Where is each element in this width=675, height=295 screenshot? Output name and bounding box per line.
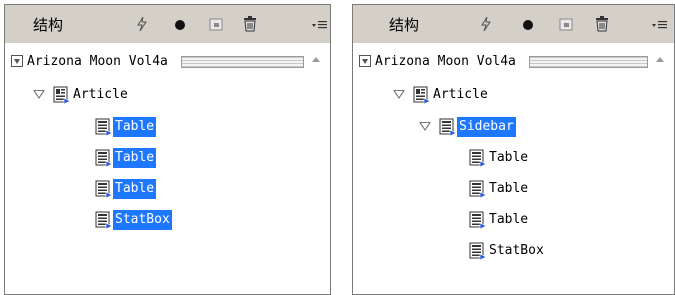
scroll-up-arrow-icon[interactable] bbox=[656, 57, 664, 62]
collapse-toggle-icon[interactable] bbox=[359, 55, 371, 67]
tree-label-item: Table bbox=[489, 150, 529, 165]
tree-row-item[interactable]: Table bbox=[95, 117, 245, 137]
panel-menu-icon[interactable] bbox=[311, 15, 329, 33]
tree-label-item: StatBox bbox=[489, 243, 544, 258]
tree-root-row[interactable]: Arizona Moon Vol4a bbox=[359, 53, 648, 71]
tree-row-item[interactable]: Table bbox=[469, 179, 619, 199]
expand-triangle-icon[interactable] bbox=[393, 90, 405, 99]
tree-label-item: Table bbox=[489, 212, 529, 227]
root-bar bbox=[529, 56, 648, 68]
circle-icon[interactable] bbox=[171, 15, 189, 33]
structure-tree: Arizona Moon Vol4a Article Sidebar Table… bbox=[355, 45, 672, 292]
tag-icon[interactable] bbox=[557, 15, 575, 33]
element-icon bbox=[439, 118, 457, 136]
panel-title: 结构 bbox=[33, 16, 64, 34]
lightning-icon[interactable] bbox=[477, 15, 495, 33]
tree-label-item: StatBox bbox=[113, 210, 172, 230]
expand-triangle-icon[interactable] bbox=[33, 90, 45, 99]
structure-panel-left: 结构 Arizona Moon Vol4a Article Table Tabl… bbox=[4, 4, 331, 295]
tree-label-item: Table bbox=[489, 181, 529, 196]
panel-title: 结构 bbox=[389, 16, 420, 34]
tree-row-article[interactable]: Article bbox=[393, 85, 593, 105]
tree-row-item[interactable]: Table bbox=[95, 179, 245, 199]
tree-label-article: Article bbox=[433, 87, 488, 102]
element-icon bbox=[469, 242, 487, 260]
structure-panel-right: 结构 Arizona Moon Vol4a Article Sidebar Ta… bbox=[352, 4, 675, 295]
article-element-icon bbox=[413, 86, 431, 104]
lightning-icon[interactable] bbox=[133, 15, 151, 33]
collapse-toggle-icon[interactable] bbox=[11, 55, 23, 67]
element-icon bbox=[469, 149, 487, 167]
element-icon bbox=[469, 180, 487, 198]
tree-row-item[interactable]: StatBox bbox=[95, 210, 245, 230]
tree-label-sidebar: Sidebar bbox=[457, 117, 516, 137]
circle-icon[interactable] bbox=[519, 15, 537, 33]
tree-root-row[interactable]: Arizona Moon Vol4a bbox=[11, 53, 304, 71]
structure-tree: Arizona Moon Vol4a Article Table Table T… bbox=[7, 45, 328, 292]
panel-menu-icon[interactable] bbox=[651, 15, 669, 33]
root-bar bbox=[181, 56, 304, 68]
article-element-icon bbox=[53, 86, 71, 104]
tree-row-item[interactable]: StatBox bbox=[469, 241, 619, 261]
tree-label-item: Table bbox=[113, 179, 157, 199]
element-icon bbox=[95, 180, 113, 198]
panel-toolbar: 结构 bbox=[353, 5, 674, 43]
tree-row-article[interactable]: Article bbox=[33, 85, 233, 105]
element-icon bbox=[469, 211, 487, 229]
root-label: Arizona Moon Vol4a bbox=[27, 53, 172, 71]
tree-row-sidebar[interactable]: Sidebar bbox=[419, 117, 619, 137]
tree-label-item: Table bbox=[113, 148, 157, 168]
tree-label-article: Article bbox=[73, 87, 128, 102]
tree-row-item[interactable]: Table bbox=[469, 210, 619, 230]
trash-icon[interactable] bbox=[593, 15, 611, 33]
element-icon bbox=[95, 149, 113, 167]
element-icon bbox=[95, 211, 113, 229]
element-icon bbox=[95, 118, 113, 136]
tree-row-item[interactable]: Table bbox=[469, 148, 619, 168]
tree-label-item: Table bbox=[113, 117, 157, 137]
tag-icon[interactable] bbox=[207, 15, 225, 33]
expand-triangle-icon[interactable] bbox=[419, 122, 431, 131]
tree-row-item[interactable]: Table bbox=[95, 148, 245, 168]
panel-toolbar: 结构 bbox=[5, 5, 330, 43]
root-label: Arizona Moon Vol4a bbox=[375, 53, 520, 71]
scroll-up-arrow-icon[interactable] bbox=[312, 57, 320, 62]
trash-icon[interactable] bbox=[241, 15, 259, 33]
